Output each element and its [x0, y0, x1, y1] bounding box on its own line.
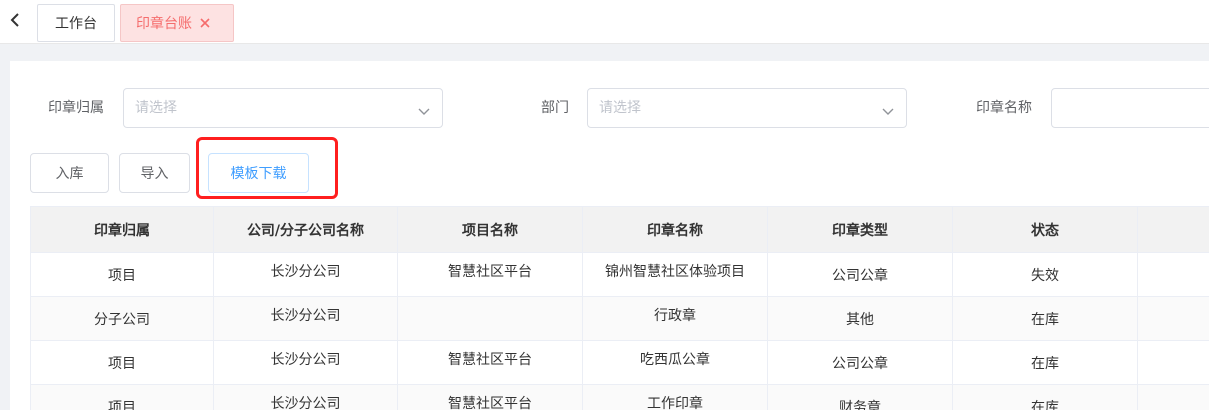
table-cell: 行政章 — [583, 297, 768, 340]
app-page: 工作台 印章台账 印章归属 请选择 部门 请选择 印章名称 入库 导入 模板下载… — [0, 0, 1209, 410]
table-cell: 公司公章 — [768, 253, 953, 296]
template-download-label: 模板下载 — [230, 166, 287, 182]
table-cell — [1138, 385, 1209, 410]
table-row[interactable]: 项目 长沙分公司 智慧社区平台 锦州智慧社区体验项目 公司公章 失效 — [30, 253, 1209, 297]
tab-seal-ledger[interactable]: 印章台账 — [120, 4, 234, 42]
table-cell: 项目 — [30, 253, 214, 296]
stock-in-button[interactable]: 入库 — [30, 153, 109, 193]
seal-table: 印章归属 公司/分子公司名称 项目名称 印章名称 印章类型 状态 项目 长沙分公… — [30, 206, 1209, 410]
table-cell: 工作印章 — [583, 385, 768, 410]
table-row[interactable]: 项目 长沙分公司 智慧社区平台 工作印章 财务章 在库 — [30, 385, 1209, 410]
table-cell: 智慧社区平台 — [398, 385, 583, 410]
column-header: 印章名称 — [583, 207, 768, 253]
chevron-down-icon — [418, 101, 430, 120]
table-cell: 项目 — [30, 385, 214, 410]
column-header: 项目名称 — [398, 207, 583, 253]
tab-seal-ledger-label: 印章台账 — [136, 16, 192, 32]
table-cell: 长沙分公司 — [214, 253, 398, 296]
import-label: 导入 — [140, 166, 169, 182]
owner-select-placeholder: 请选择 — [135, 100, 177, 116]
table-cell: 长沙分公司 — [214, 341, 398, 384]
filter-owner-label: 印章归属 — [48, 100, 104, 116]
table-cell — [398, 297, 583, 340]
table-cell: 失效 — [953, 253, 1138, 296]
filter-dept-label: 部门 — [541, 100, 569, 116]
table-cell: 其他 — [768, 297, 953, 340]
seal-name-input[interactable] — [1051, 88, 1209, 128]
tab-workbench[interactable]: 工作台 — [37, 4, 115, 42]
table-cell: 吃西瓜公章 — [583, 341, 768, 384]
dept-select[interactable]: 请选择 — [587, 88, 907, 128]
table-cell: 长沙分公司 — [214, 385, 398, 410]
tab-bar: 工作台 印章台账 — [0, 0, 1209, 44]
template-download-button[interactable]: 模板下载 — [208, 153, 309, 193]
table-cell: 在库 — [953, 341, 1138, 384]
tab-workbench-label: 工作台 — [55, 16, 97, 32]
owner-select[interactable]: 请选择 — [123, 88, 443, 128]
column-header: 公司/分子公司名称 — [214, 207, 398, 253]
table-header: 印章归属 公司/分子公司名称 项目名称 印章名称 印章类型 状态 — [30, 206, 1209, 253]
table-cell: 长沙分公司 — [214, 297, 398, 340]
table-row[interactable]: 项目 长沙分公司 智慧社区平台 吃西瓜公章 公司公章 在库 — [30, 341, 1209, 385]
back-button[interactable] — [0, 0, 30, 44]
column-header: 印章归属 — [30, 207, 214, 253]
filter-seal-name-label: 印章名称 — [976, 100, 1032, 116]
table-cell: 智慧社区平台 — [398, 341, 583, 384]
table-cell: 在库 — [953, 385, 1138, 410]
table-cell: 锦州智慧社区体验项目 — [583, 253, 768, 296]
chevron-down-icon — [882, 101, 894, 120]
table-cell: 在库 — [953, 297, 1138, 340]
stock-in-label: 入库 — [55, 166, 84, 182]
table-cell: 公司公章 — [768, 341, 953, 384]
main-card: 印章归属 请选择 部门 请选择 印章名称 入库 导入 模板下载 印章归属 公司/… — [10, 61, 1209, 410]
table-cell — [1138, 297, 1209, 340]
chevron-left-icon — [10, 12, 20, 32]
column-header: 状态 — [953, 207, 1138, 253]
close-icon[interactable] — [200, 18, 210, 28]
table-cell: 项目 — [30, 341, 214, 384]
column-header — [1138, 207, 1209, 253]
dept-select-placeholder: 请选择 — [599, 100, 641, 116]
table-row[interactable]: 分子公司 长沙分公司 行政章 其他 在库 — [30, 297, 1209, 341]
import-button[interactable]: 导入 — [119, 153, 190, 193]
table-cell: 财务章 — [768, 385, 953, 410]
table-body: 项目 长沙分公司 智慧社区平台 锦州智慧社区体验项目 公司公章 失效 分子公司 … — [30, 253, 1209, 410]
table-cell — [1138, 341, 1209, 384]
table-cell: 分子公司 — [30, 297, 214, 340]
column-header: 印章类型 — [768, 207, 953, 253]
table-cell: 智慧社区平台 — [398, 253, 583, 296]
table-cell — [1138, 253, 1209, 296]
